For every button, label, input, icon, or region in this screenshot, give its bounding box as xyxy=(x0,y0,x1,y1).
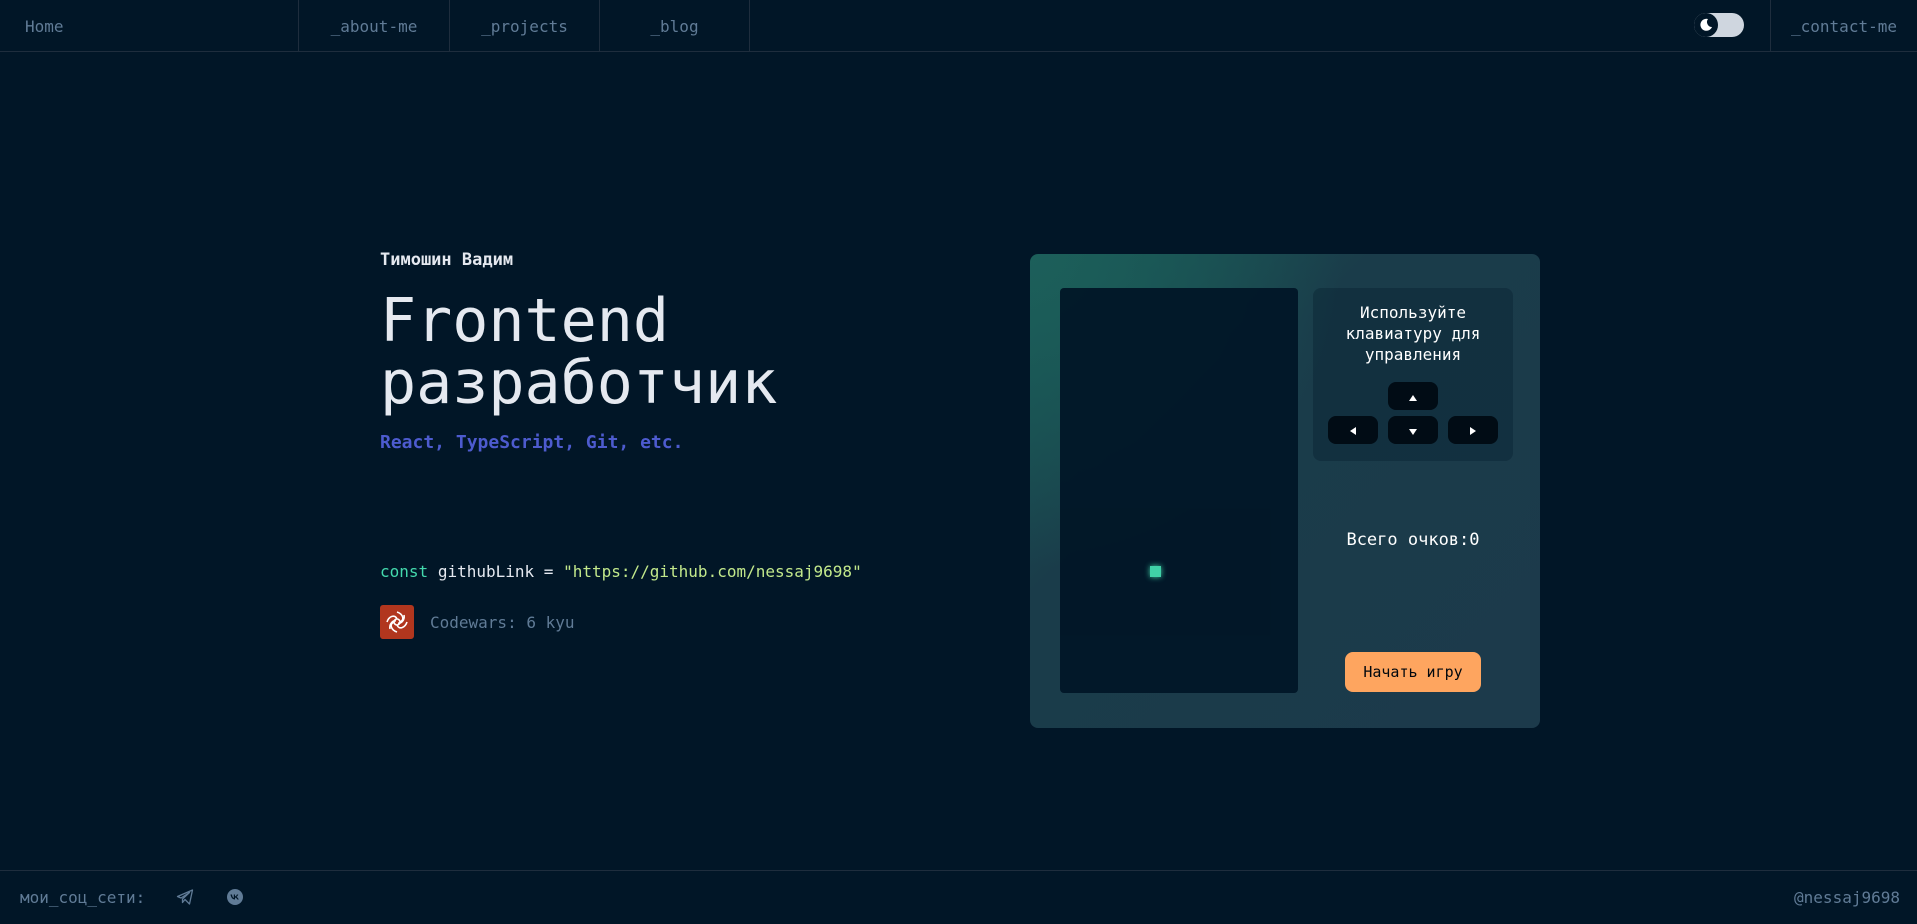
arrow-left-icon xyxy=(1349,421,1357,440)
vk-icon[interactable] xyxy=(223,885,247,909)
codewars-logo xyxy=(380,605,414,639)
nav-blog[interactable]: _blog xyxy=(600,0,750,52)
arrow-up-icon xyxy=(1408,387,1418,406)
nav-contact-me[interactable]: _contact-me xyxy=(1770,0,1917,52)
telegram-icon[interactable] xyxy=(173,885,197,909)
code-keyword: const xyxy=(380,562,429,581)
codewars-rank: Codewars: 6 kyu xyxy=(430,612,575,632)
quote-close: " xyxy=(852,562,862,581)
codewars-badge[interactable]: Codewars: 6 kyu xyxy=(380,605,575,639)
title-line-1: Frontend xyxy=(380,286,669,356)
skills-subtitle: React, TypeScript, Git, etc. xyxy=(380,432,684,453)
quote-open: " xyxy=(563,562,573,581)
arrow-down-icon xyxy=(1408,421,1418,440)
github-code-line: const githubLink = "https://github.com/n… xyxy=(380,562,862,581)
arrow-left-button[interactable] xyxy=(1328,416,1378,444)
food-pellet xyxy=(1150,566,1161,577)
title-line-2: разработчик xyxy=(380,348,778,418)
github-url: https://github.com/nessaj9698 xyxy=(572,562,853,581)
developer-name: Тимошин Вадим xyxy=(380,250,514,270)
code-operator: = xyxy=(543,562,554,581)
snake-game-panel: Используйте клавиатуру для управления Вс… xyxy=(1030,254,1540,728)
arrow-right-icon xyxy=(1469,421,1477,440)
controls-instructions: Используйте клавиатуру для управления xyxy=(1345,303,1481,364)
arrow-up-button[interactable] xyxy=(1388,382,1438,410)
github-handle[interactable]: @nessaj9698 xyxy=(1794,871,1900,924)
score-display: Всего очков:0 xyxy=(1313,530,1513,550)
moon-icon xyxy=(1694,13,1718,37)
page-title: Frontend разработчик xyxy=(380,290,777,414)
hero: Тимошин Вадим Frontend разработчик React… xyxy=(380,250,777,453)
footer: мои_соц_сети: @nessaj9698 xyxy=(0,870,1917,924)
top-nav: Home _about-me _projects _blog _contact-… xyxy=(0,0,1917,52)
nav-home[interactable]: Home xyxy=(0,0,299,52)
social-label: мои_соц_сети: xyxy=(20,888,146,907)
score-label: Всего очков: xyxy=(1346,530,1470,550)
score-value: 0 xyxy=(1469,530,1480,550)
game-board xyxy=(1060,288,1298,693)
start-game-button[interactable]: Начать игру xyxy=(1345,652,1481,692)
github-link[interactable]: "https://github.com/nessaj9698" xyxy=(563,562,862,581)
code-variable: githubLink xyxy=(437,562,535,581)
controls-panel: Используйте клавиатуру для управления xyxy=(1313,288,1513,461)
arrow-right-button[interactable] xyxy=(1448,416,1498,444)
theme-toggle[interactable] xyxy=(1694,13,1744,37)
arrow-down-button[interactable] xyxy=(1388,416,1438,444)
nav-about-me[interactable]: _about-me xyxy=(299,0,450,52)
nav-projects[interactable]: _projects xyxy=(450,0,600,52)
